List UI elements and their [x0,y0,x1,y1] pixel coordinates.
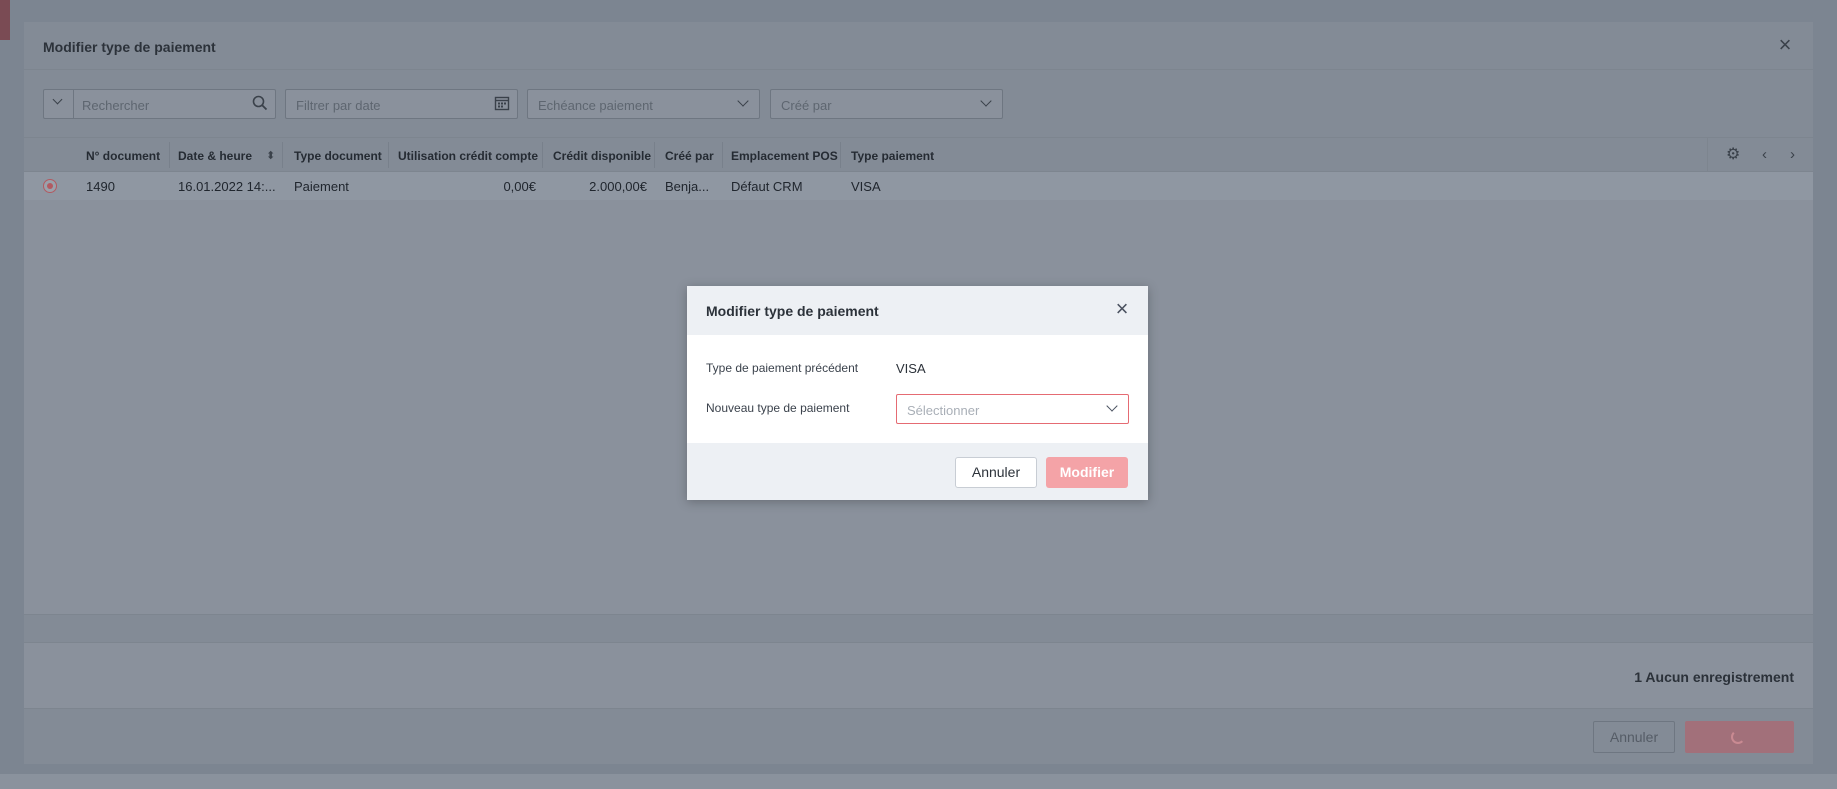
column-divider [542,142,543,168]
modal-footer: Annuler Modifier [687,443,1148,500]
cell-doc-no: 1490 [86,179,115,194]
column-header-created-by[interactable]: Créé par [665,149,714,163]
chevron-right-icon[interactable]: › [1790,146,1795,164]
column-divider [282,142,283,168]
modal-title: Modifier type de paiement [706,303,879,319]
outer-dialog-title: Modifier type de paiement [43,39,216,55]
previous-payment-type-value: VISA [896,361,926,376]
sort-icon[interactable]: ⬍ [266,147,275,165]
table-summary-bar [24,614,1813,643]
outer-confirm-button[interactable] [1685,721,1794,753]
search-icon[interactable] [251,95,269,113]
column-divider [169,142,170,168]
cell-datetime: 16.01.2022 14:... [178,179,276,194]
column-divider [722,142,723,168]
table-tools: ⚙ ‹ › [1707,138,1813,172]
column-header-credit-available[interactable]: Crédit disponible [553,149,651,163]
new-payment-type-select[interactable]: Sélectionner [896,394,1129,424]
change-payment-type-modal: Modifier type de paiement × Type de paie… [687,286,1148,500]
chevron-down-icon [980,95,992,107]
cell-credit-used: 0,00€ [503,179,536,194]
cell-payment-type: VISA [851,179,881,194]
outer-dialog-footer: Annuler [24,708,1813,764]
new-payment-type-label: Nouveau type de paiement [706,401,850,415]
search-box[interactable]: Rechercher [43,89,276,119]
chevron-down-icon [737,95,749,107]
outer-dialog-header: Modifier type de paiement × [24,22,1813,70]
outer-cancel-button[interactable]: Annuler [1593,721,1675,753]
column-header-datetime[interactable]: Date & heure [178,149,252,163]
select-placeholder: Sélectionner [907,403,980,418]
close-icon[interactable]: × [1112,298,1132,320]
background-accent-bar [0,0,10,40]
column-header-payment-type[interactable]: Type paiement [851,149,934,163]
record-count: 1 Aucun enregistrement [1634,669,1794,685]
previous-payment-type-label: Type de paiement précédent [706,361,859,375]
due-date-dropdown[interactable]: Echéance paiement [527,89,760,119]
created-by-placeholder: Créé par [781,98,832,113]
cell-pos-location: Défaut CRM [731,179,803,194]
column-divider [654,142,655,168]
gear-icon[interactable]: ⚙ [1726,146,1740,164]
created-by-dropdown[interactable]: Créé par [770,89,1003,119]
calendar-icon[interactable] [493,95,511,113]
chevron-down-icon [52,94,63,105]
cell-credit-available: 2.000,00€ [589,179,647,194]
table-row[interactable]: 1490 16.01.2022 14:... Paiement 0,00€ 2.… [24,172,1813,200]
date-filter-input[interactable]: Filtrer par date [296,98,381,113]
cell-created-by: Benja... [665,179,710,194]
close-icon[interactable]: × [1775,34,1795,56]
modal-header: Modifier type de paiement × [687,286,1148,335]
column-header-credit-used[interactable]: Utilisation crédit compte [398,149,538,163]
chevron-down-icon [1106,400,1118,412]
column-header-doc-type[interactable]: Type document [294,149,382,163]
search-scope-dropdown[interactable] [44,90,74,118]
due-date-placeholder: Echéance paiement [538,98,653,113]
cancel-button[interactable]: Annuler [955,457,1037,488]
background-bottom-strip [0,774,1837,789]
cell-doc-type: Paiement [294,179,349,194]
search-input[interactable]: Rechercher [82,98,149,113]
column-header-pos-location[interactable]: Emplacement POS [731,149,838,163]
table-header: N° document Date & heure ⬍ Type document… [24,138,1813,172]
date-filter[interactable]: Filtrer par date [285,89,518,119]
row-select-radio[interactable] [43,179,57,193]
loading-spinner-icon [1731,730,1745,744]
column-header-doc-no[interactable]: N° document [86,149,160,163]
chevron-left-icon[interactable]: ‹ [1762,146,1767,164]
modify-button[interactable]: Modifier [1046,457,1128,488]
column-divider [388,142,389,168]
column-divider [840,142,841,168]
filter-bar: Rechercher Filtrer par date Echéance pai… [24,70,1813,138]
